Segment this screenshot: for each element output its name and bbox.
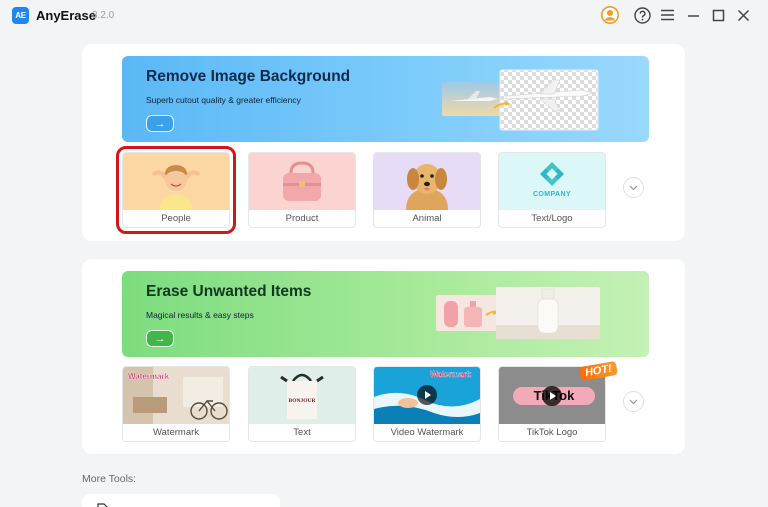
category-text[interactable]: BONJOUR Text xyxy=(248,366,356,442)
expand-categories-button[interactable] xyxy=(623,177,644,198)
category-watermark[interactable]: Watermark Watermark xyxy=(122,366,230,442)
animal-image xyxy=(374,153,480,210)
banner-title: Erase Unwanted Items xyxy=(146,283,312,300)
help-icon[interactable] xyxy=(632,5,652,25)
watermark-image: Watermark xyxy=(123,367,229,424)
remove-background-card: Remove Image Background Superb cutout qu… xyxy=(82,44,685,241)
erase-items-banner[interactable]: Erase Unwanted Items Magical results & e… xyxy=(122,271,649,357)
category-animal[interactable]: Animal xyxy=(373,152,481,228)
category-label: Product xyxy=(285,213,319,224)
category-people[interactable]: People xyxy=(116,146,236,234)
watermark-overlay-text: Watermark xyxy=(128,372,170,381)
video-watermark-overlay-text: Watermark xyxy=(430,370,472,379)
banner-title: Remove Image Background xyxy=(146,68,351,85)
erase-items-go-button[interactable]: → xyxy=(146,330,174,347)
text-image: BONJOUR xyxy=(249,367,355,424)
erase-items-card: Erase Unwanted Items Magical results & e… xyxy=(82,259,685,454)
product-image xyxy=(249,153,355,210)
close-icon[interactable] xyxy=(733,5,753,25)
more-tools-heading: More Tools: xyxy=(82,473,137,485)
menu-icon[interactable] xyxy=(657,5,677,25)
category-label: Animal xyxy=(412,213,442,224)
app-title: AnyErase xyxy=(36,8,96,23)
banner-subtitle: Magical results & easy steps xyxy=(146,310,254,320)
play-icon[interactable] xyxy=(542,386,562,406)
video-watermark-image: Watermark xyxy=(374,367,480,424)
category-label: Watermark xyxy=(152,427,200,438)
chevron-down-icon xyxy=(629,399,638,404)
play-icon[interactable] xyxy=(417,385,437,405)
document-icon xyxy=(97,503,108,507)
remove-background-banner[interactable]: Remove Image Background Superb cutout qu… xyxy=(122,56,649,142)
app-version: 3.2.0 xyxy=(92,10,115,21)
app-logo: AE xyxy=(12,7,29,24)
chevron-down-icon xyxy=(629,185,638,190)
category-product[interactable]: Product xyxy=(248,152,356,228)
category-label: People xyxy=(161,213,191,224)
category-text-logo[interactable]: COMPANY Text/Logo xyxy=(498,152,606,228)
company-logo-icon xyxy=(540,162,564,186)
remove-background-categories: People Product Animal COMPANY Text/Logo xyxy=(116,146,662,234)
avatar-icon[interactable] xyxy=(600,5,620,25)
category-label: Text/Logo xyxy=(531,213,573,224)
bag-text: BONJOUR xyxy=(288,398,316,404)
category-label: Text xyxy=(293,427,311,438)
minimize-icon[interactable] xyxy=(683,5,703,25)
banner-subtitle: Superb cutout quality & greater efficien… xyxy=(146,95,301,105)
category-label: Video Watermark xyxy=(390,427,464,438)
people-image xyxy=(123,153,229,210)
more-tools-item[interactable] xyxy=(82,494,280,507)
category-label: TikTok Logo xyxy=(526,427,578,438)
category-video-watermark[interactable]: Watermark Video Watermark xyxy=(373,366,481,442)
title-bar: AE AnyErase 3.2.0 xyxy=(0,0,768,30)
maximize-icon[interactable] xyxy=(708,5,728,25)
expand-categories-button[interactable] xyxy=(623,391,644,412)
text-logo-image: COMPANY xyxy=(499,153,605,210)
bottles-illustration xyxy=(436,287,600,339)
company-text: COMPANY xyxy=(532,191,572,198)
remove-background-go-button[interactable]: → xyxy=(146,115,174,132)
airplane-illustration xyxy=(442,69,599,131)
